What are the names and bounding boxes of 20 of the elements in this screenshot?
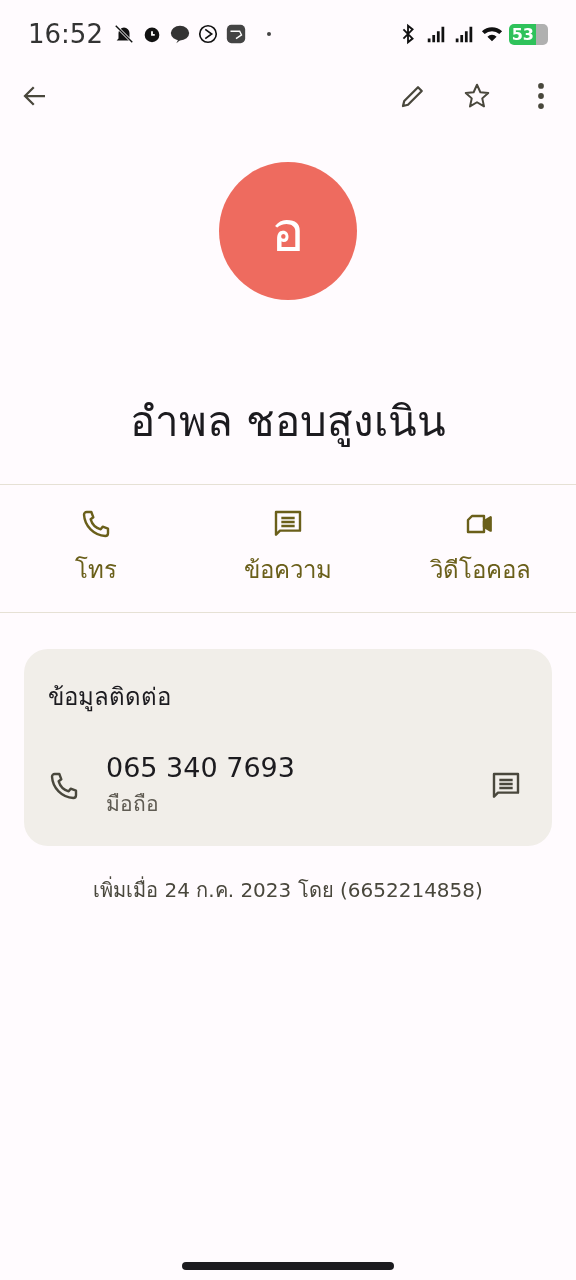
app-icon: [224, 23, 247, 45]
message-action-button[interactable]: ข้อความ: [203, 507, 373, 590]
phone-number[interactable]: 065 340 7693: [106, 752, 458, 783]
added-date-note: เพิ่มเมื่อ 24 ก.ค. 2023 โดย (6652214858): [92, 875, 484, 904]
phone-icon: [48, 770, 80, 802]
video-action-button[interactable]: วิดีโอคอล: [395, 507, 565, 590]
play-circle-icon: [196, 23, 219, 45]
call-action-button[interactable]: โทร: [11, 507, 181, 590]
battery-level: 53: [508, 23, 536, 45]
muted-bell-icon: [112, 23, 135, 45]
phone-icon: [80, 508, 112, 540]
more-vert-icon: [538, 83, 544, 109]
phone-type: มือถือ: [106, 791, 160, 818]
dot-icon: [266, 32, 271, 36]
gesture-handle[interactable]: [182, 1262, 394, 1270]
chat-bubble-icon: [168, 23, 191, 45]
contact-avatar: อ: [219, 162, 357, 300]
status-time: 16:52: [28, 19, 103, 49]
contact-name: อำพล ชอบสูงเนิน: [128, 396, 448, 449]
card-title: ข้อมูลติดต่อ: [48, 682, 172, 714]
